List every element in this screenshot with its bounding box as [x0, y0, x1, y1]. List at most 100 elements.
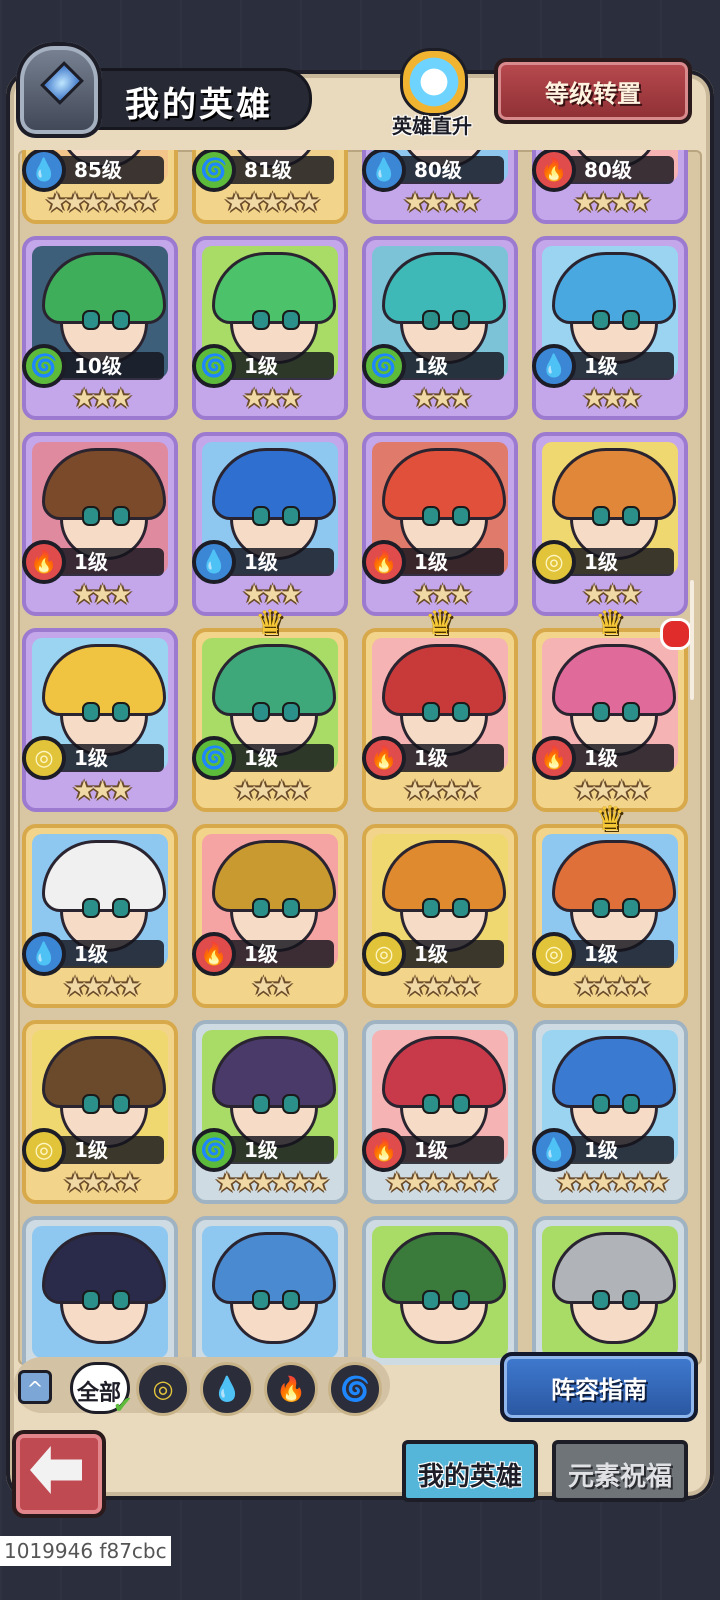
hero-eye — [282, 506, 300, 526]
filter-wind-button[interactable]: 🌀 — [328, 1362, 382, 1416]
helmet-icon — [16, 42, 102, 138]
hero-eye — [282, 1290, 300, 1310]
hero-level: 1级 — [564, 352, 674, 380]
hero-eye — [622, 506, 640, 526]
hero-level: 1级 — [394, 1136, 504, 1164]
hero-hair — [552, 1232, 676, 1304]
hero-eye — [452, 1094, 470, 1114]
hero-eye — [422, 1290, 440, 1310]
hero-card[interactable] — [362, 1216, 518, 1365]
hero-grid-viewport[interactable]: 85级 💧 ★★★★★★ 81级 🌀 ★★★★★ 80级 💧 ★★★★ 80级 🔥 ★★★★ 10级 🌀 ★… — [18, 150, 702, 1365]
wind-element-icon: 🌀 — [192, 150, 236, 192]
hero-card[interactable]: 1级 🔥 ★★★ — [22, 432, 178, 616]
hero-card[interactable]: 10级 🌀 ★★★ — [22, 236, 178, 420]
hero-level: 1级 — [224, 744, 334, 772]
earth-element-icon: ◎ — [532, 932, 576, 976]
hero-stars: ★★★ — [72, 776, 133, 806]
hero-card[interactable]: 1级 🔥 ★★★★ ♛ — [532, 606, 692, 812]
hero-card[interactable]: 1级 💧 ★★★ — [532, 236, 688, 420]
hero-card[interactable]: 1级 🔥 ★★★ — [362, 432, 518, 616]
fire-element-icon: 🔥 — [22, 540, 66, 584]
hero-card[interactable]: 1级 🔥 ★★ — [192, 824, 348, 1008]
check-icon: ✔ — [112, 1391, 133, 1419]
hero-card[interactable]: 1级 🔥 ★★★★ ♛ — [362, 606, 518, 812]
hero-level: 1级 — [224, 1136, 334, 1164]
hero-hair — [552, 252, 676, 324]
hero-card[interactable] — [192, 1216, 348, 1365]
hero-level: 1级 — [564, 548, 674, 576]
filter-fire-button[interactable]: 🔥 — [264, 1362, 318, 1416]
hero-rise-button[interactable]: 英雄直升 — [382, 48, 482, 144]
back-button[interactable] — [12, 1430, 106, 1518]
hero-eye — [452, 702, 470, 722]
hero-card[interactable]: 80级 💧 ★★★★ — [362, 150, 518, 224]
hero-card[interactable]: 1级 💧 ★★★★★★ — [532, 1020, 688, 1204]
hero-hair — [42, 448, 166, 520]
hero-card[interactable]: 81级 🌀 ★★★★★ — [192, 150, 348, 224]
hero-card[interactable]: 1级 🔥 ★★★★★★ — [362, 1020, 518, 1204]
hero-hair — [382, 448, 506, 520]
hero-eye — [592, 310, 610, 330]
hero-rise-icon — [400, 48, 468, 116]
collapse-button[interactable]: ^ — [18, 1370, 52, 1404]
hero-stars: ★★★★ — [63, 972, 141, 1002]
hero-card[interactable]: 1级 🌀 ★★★★★★ — [192, 1020, 348, 1204]
hero-card[interactable]: 1级 💧 ★★★ — [192, 432, 348, 616]
level-reset-button[interactable]: 等级转置 — [494, 58, 692, 124]
hero-hair — [42, 1036, 166, 1108]
hero-eye — [282, 898, 300, 918]
hero-eye — [452, 898, 470, 918]
filter-all-button[interactable]: 全部 ✔ — [70, 1362, 133, 1419]
water-element-icon: 💧 — [22, 150, 66, 192]
hero-hair — [552, 1036, 676, 1108]
hero-card[interactable]: 1级 ◎ ★★★ — [532, 432, 688, 616]
hero-eye — [82, 1094, 100, 1114]
hero-hair — [212, 1232, 336, 1304]
hero-hair — [552, 644, 676, 716]
filter-earth-button[interactable]: ◎ — [136, 1362, 190, 1416]
hero-eye — [112, 898, 130, 918]
hero-card[interactable]: 1级 🌀 ★★★★ ♛ — [192, 606, 348, 812]
filter-water-button[interactable]: 💧 — [200, 1362, 254, 1416]
hero-rise-label: 英雄直升 — [392, 114, 472, 138]
hero-level: 1级 — [394, 548, 504, 576]
hero-eye — [252, 702, 270, 722]
hero-stars: ★★★★ — [63, 1168, 141, 1198]
hero-card[interactable]: 1级 ◎ ★★★★ ♛ — [532, 802, 688, 1008]
hero-card[interactable]: 1级 ◎ ★★★★ — [362, 824, 518, 1008]
tab-my-heroes[interactable]: 我的英雄 — [402, 1440, 538, 1502]
hero-card[interactable]: 1级 ◎ ★★★ — [22, 628, 178, 812]
scrollbar[interactable] — [690, 580, 694, 700]
earth-element-icon: ◎ — [532, 540, 576, 584]
hero-eye — [282, 310, 300, 330]
hero-stars: ★★★★★★ — [385, 1168, 500, 1198]
hero-portrait — [202, 1226, 338, 1358]
hero-card[interactable]: 1级 💧 ★★★★ — [22, 824, 178, 1008]
hero-eye — [82, 310, 100, 330]
lineup-guide-label: 阵容指南 — [551, 1376, 647, 1404]
hero-card[interactable]: 1级 ◎ ★★★★ — [22, 1020, 178, 1204]
earth-element-icon: ◎ — [362, 932, 406, 976]
hero-level: 10级 — [54, 352, 164, 380]
hero-eye — [82, 1290, 100, 1310]
hero-eye — [252, 310, 270, 330]
hero-card[interactable]: 1级 🌀 ★★★ — [192, 236, 348, 420]
hero-hair — [382, 1036, 506, 1108]
hero-card[interactable]: 85级 💧 ★★★★★★ — [22, 150, 178, 224]
hero-eye — [452, 310, 470, 330]
hero-card[interactable]: 80级 🔥 ★★★★ — [532, 150, 688, 224]
hero-stars: ★★★ — [72, 580, 133, 610]
tab-element-blessing[interactable]: 元素祝福 — [552, 1440, 688, 1502]
hero-level: 80级 — [564, 156, 674, 184]
tab-my-heroes-label: 我的英雄 — [417, 1462, 522, 1492]
hero-hair — [382, 840, 506, 912]
hero-level: 1级 — [54, 548, 164, 576]
lineup-guide-button[interactable]: 阵容指南 — [500, 1352, 698, 1422]
hero-eye — [82, 898, 100, 918]
hero-level: 1级 — [54, 744, 164, 772]
hero-card[interactable] — [532, 1216, 688, 1365]
hero-card[interactable]: 1级 🌀 ★★★ — [362, 236, 518, 420]
hero-eye — [282, 702, 300, 722]
hero-card[interactable] — [22, 1216, 178, 1365]
hero-hair — [212, 644, 336, 716]
